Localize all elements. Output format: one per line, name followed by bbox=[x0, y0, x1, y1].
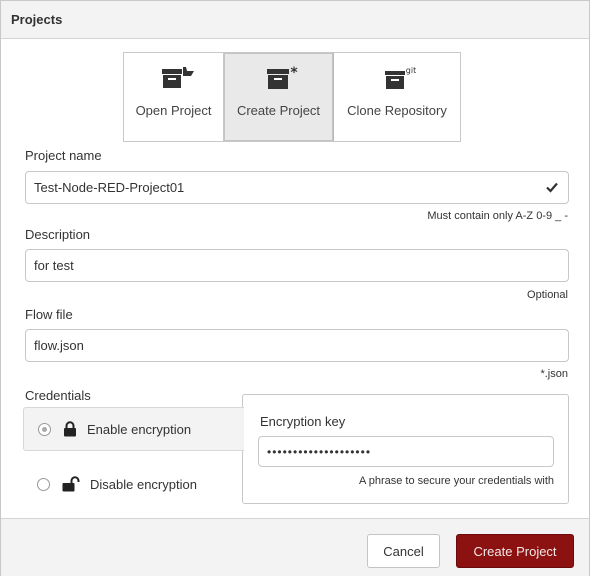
project-type-selector: Open Project * Create Project git Clone … bbox=[123, 52, 461, 142]
box-star-icon: * bbox=[266, 65, 298, 89]
enable-encryption-radio[interactable] bbox=[38, 422, 51, 436]
flow-file-label: Flow file bbox=[25, 307, 73, 322]
create-project-tab-label: Create Project bbox=[236, 103, 321, 118]
clone-repository-button[interactable]: git Clone Repository bbox=[334, 53, 460, 141]
create-project-tab[interactable]: * Create Project bbox=[224, 53, 334, 141]
cancel-button[interactable]: Cancel bbox=[367, 534, 440, 568]
folder-open-icon bbox=[161, 67, 194, 88]
flow-file-hint: *.json bbox=[540, 368, 568, 380]
project-name-input[interactable] bbox=[25, 171, 569, 204]
disable-encryption-label: Disable encryption bbox=[90, 476, 197, 492]
enable-encryption-option[interactable]: Enable encryption bbox=[23, 407, 244, 451]
lock-icon bbox=[64, 421, 76, 437]
disable-encryption-option[interactable]: Disable encryption bbox=[23, 462, 242, 506]
open-project-label: Open Project bbox=[135, 103, 212, 118]
git-badge: git bbox=[406, 66, 416, 75]
clone-repository-label: Clone Repository bbox=[347, 103, 447, 118]
project-name-label: Project name bbox=[25, 148, 102, 163]
encryption-key-panel: Encryption key A phrase to secure your c… bbox=[242, 394, 569, 504]
unlock-icon bbox=[62, 476, 80, 492]
open-project-button[interactable]: Open Project bbox=[124, 53, 224, 141]
check-icon bbox=[546, 182, 558, 193]
encryption-key-label: Encryption key bbox=[260, 414, 346, 429]
flow-file-input[interactable] bbox=[25, 329, 569, 362]
credentials-group: Encryption key A phrase to secure your c… bbox=[23, 394, 569, 506]
project-name-hint: Must contain only A-Z 0-9 _ - bbox=[427, 210, 568, 222]
description-label: Description bbox=[25, 227, 91, 242]
create-project-button[interactable]: Create Project bbox=[456, 534, 574, 568]
dialog-title: Projects bbox=[1, 1, 589, 39]
description-hint: Optional bbox=[527, 289, 568, 301]
dialog-footer: Cancel Create Project bbox=[1, 518, 589, 576]
projects-dialog: Projects Open Project * Create Project g… bbox=[0, 0, 590, 576]
box-git-icon: git bbox=[385, 66, 416, 89]
encryption-key-hint: A phrase to secure your credentials with bbox=[358, 475, 554, 487]
disable-encryption-radio[interactable] bbox=[37, 477, 50, 491]
svg-text:*: * bbox=[290, 65, 298, 81]
description-input[interactable] bbox=[25, 249, 569, 282]
enable-encryption-label: Enable encryption bbox=[87, 421, 192, 437]
encryption-key-input[interactable] bbox=[258, 436, 554, 467]
